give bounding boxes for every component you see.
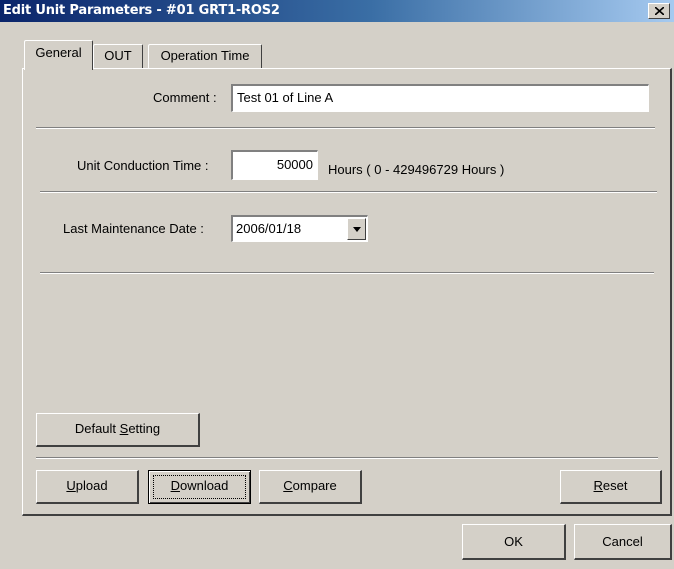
tab-general[interactable]: General	[24, 40, 93, 70]
ok-button[interactable]: OK	[462, 524, 566, 560]
close-icon	[655, 7, 664, 15]
edit-unit-parameters-dialog: Edit Unit Parameters - #01 GRT1-ROS2 Gen…	[0, 0, 674, 569]
tab-out-label: OUT	[104, 48, 132, 63]
tab-operation-time[interactable]: Operation Time	[148, 44, 262, 68]
cancel-button[interactable]: Cancel	[574, 524, 672, 560]
tab-out[interactable]: OUT	[93, 44, 143, 68]
window-title: Edit Unit Parameters - #01 GRT1-ROS2	[3, 3, 280, 18]
general-tab-panel	[22, 68, 672, 516]
tab-general-label: General	[35, 45, 82, 60]
close-button[interactable]	[648, 3, 670, 19]
tab-operation-time-label: Operation Time	[160, 48, 250, 63]
title-bar: Edit Unit Parameters - #01 GRT1-ROS2	[0, 0, 674, 22]
